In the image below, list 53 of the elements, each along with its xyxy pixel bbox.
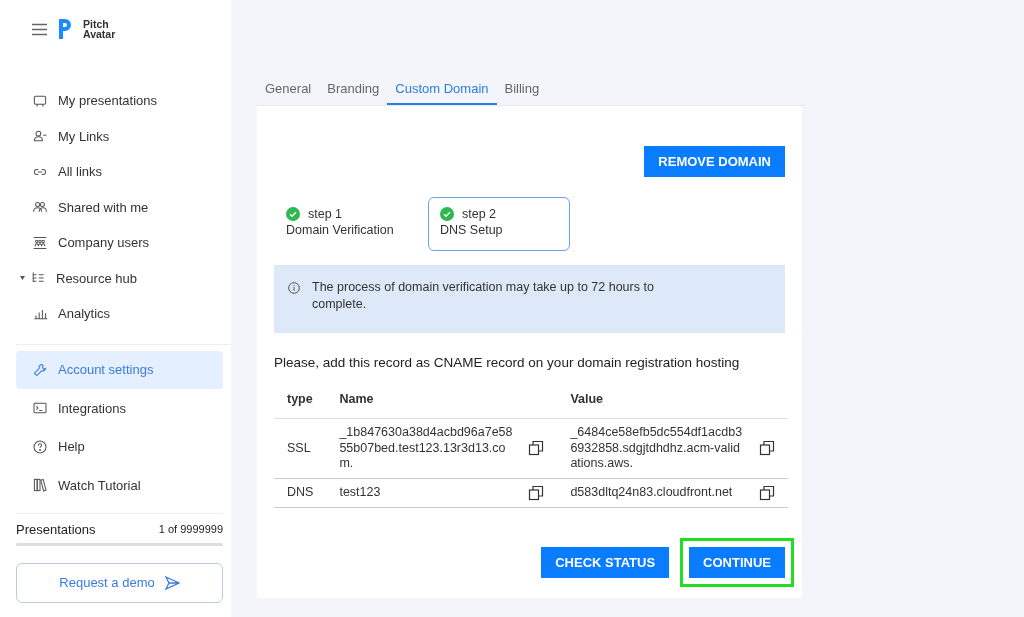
column-header: type [274, 382, 327, 419]
instruction-text: Please, add this record as CNAME record on your domain registration hosting [274, 355, 741, 370]
usage-label: Presentations [16, 521, 96, 537]
logo-text: Pitch Avatar [83, 19, 116, 39]
sidebar-item[interactable]: My Links [16, 118, 223, 154]
copy-icon[interactable] [528, 440, 545, 457]
step-title: Domain Verification [286, 223, 395, 237]
help-icon [32, 438, 48, 455]
column-header: Name [326, 382, 558, 419]
step-number: step 1 [308, 207, 343, 221]
column-header: Value [557, 382, 789, 419]
table-cell-text: _6484ce58efb5dc554df1acdb36932858.sdgjtdhdhz.acm-validations.aws. [570, 425, 744, 472]
caret-icon[interactable] [20, 275, 25, 280]
tab[interactable]: General [257, 76, 320, 105]
sidebar-item[interactable]: All links [16, 154, 223, 190]
table-cell: DNS [274, 478, 327, 507]
step-title: DNS Setup [440, 223, 504, 237]
sidebar-item[interactable]: My presentations [16, 83, 223, 119]
action-button[interactable]: CHECK STATUS [541, 547, 670, 578]
info-icon [288, 282, 300, 294]
step-card[interactable]: step 2 DNS Setup [428, 197, 570, 251]
sidebar-item[interactable]: Watch Tutorial [16, 466, 223, 505]
sidebar-item[interactable]: Help [16, 427, 223, 466]
table-cell: SSL [274, 418, 327, 478]
usage-count: 1 of 9999999 [158, 523, 223, 535]
sidebar-item[interactable]: Integrations [16, 389, 223, 428]
sidebar-item[interactable]: Analytics [16, 296, 223, 332]
users-icon [32, 234, 48, 251]
wrench-icon [32, 361, 48, 378]
sidebar-item[interactable]: Shared with me [16, 189, 223, 225]
menu-icon[interactable] [32, 22, 47, 36]
info-text: The process of domain verification may take up to 72 hours to complete. [312, 279, 655, 313]
logo-icon [57, 17, 73, 41]
check-icon [286, 207, 300, 221]
sidebar-item[interactable]: Account settings [16, 350, 223, 389]
remove-domain-button[interactable]: REMOVE DOMAIN [644, 146, 785, 177]
check-icon [440, 207, 454, 221]
sidebar-item[interactable]: Resource hub [16, 260, 223, 296]
step-number: step 2 [462, 207, 497, 221]
send-icon [164, 575, 180, 590]
table-cell-text: test123 [339, 484, 382, 501]
step-card[interactable]: step 1 Domain Verification [274, 197, 416, 251]
tab[interactable]: Billing [496, 76, 548, 105]
books-icon [32, 477, 48, 494]
table-cell-text: d583dltq24n83.cloudfront.net [570, 484, 734, 501]
copy-icon[interactable] [528, 484, 545, 501]
copy-icon[interactable] [759, 484, 776, 501]
sidebar-item[interactable]: Company users [16, 225, 223, 261]
tab[interactable]: Branding [319, 76, 388, 105]
request-demo-button[interactable]: Request a demo [16, 562, 223, 603]
copy-icon[interactable] [759, 440, 776, 457]
action-button[interactable]: CONTINUE [689, 547, 785, 578]
table-cell-text: _1b847630a38d4acbd96a7e5855b07bed.test123.13r3d13.com. [339, 425, 514, 472]
